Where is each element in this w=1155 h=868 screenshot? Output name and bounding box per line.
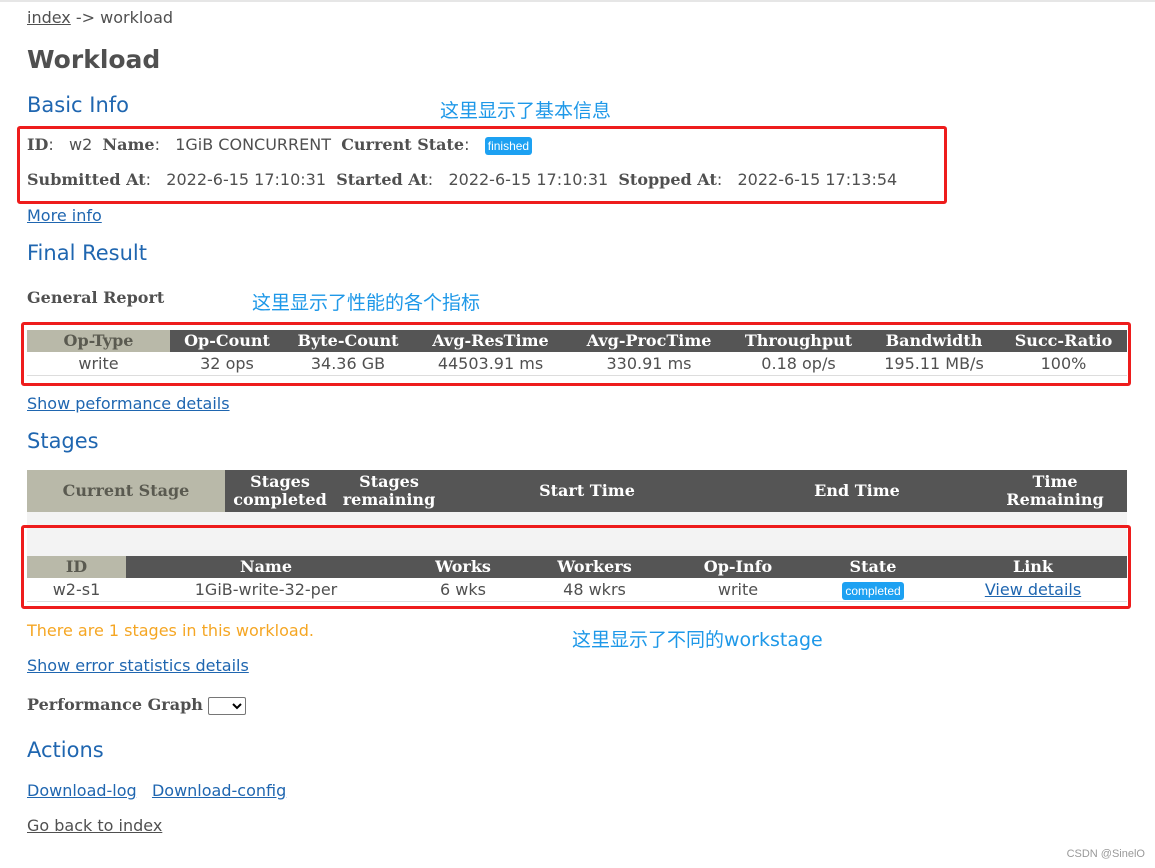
breadcrumb: index -> workload — [27, 8, 173, 27]
actions-links: Download-log Download-config — [27, 781, 286, 800]
col-name: Name — [126, 556, 406, 578]
col-workers: Workers — [520, 556, 669, 578]
breadcrumb-current: workload — [100, 8, 174, 27]
col-stages-remaining: Stages remaining — [335, 470, 443, 512]
id-label: ID — [27, 135, 49, 154]
col-op-type: Op-Type — [27, 330, 170, 352]
download-log-link[interactable]: Download-log — [27, 781, 137, 800]
cell-throughput: 0.18 op/s — [729, 352, 868, 376]
cell-op-count: 32 ops — [170, 352, 284, 376]
state-label: Current State — [341, 135, 465, 154]
submitted-value: 2022-6-15 17:10:31 — [166, 170, 327, 189]
watermark: CSDN @SinelO — [1066, 848, 1145, 860]
submitted-label: Submitted At — [27, 170, 146, 189]
table-row: write 32 ops 34.36 GB 44503.91 ms 330.91… — [27, 352, 1127, 376]
col-op-count: Op-Count — [170, 330, 284, 352]
cell-op-info: write — [669, 578, 807, 602]
stages-table-header: ID Name Works Workers Op-Info State Link — [27, 556, 1127, 578]
general-report-table: Op-Type Op-Count Byte-Count Avg-ResTime … — [27, 330, 1127, 376]
performance-graph-select[interactable] — [208, 696, 246, 715]
cell-avg-proctime: 330.91 ms — [569, 352, 729, 376]
stages-annotation: 这里显示了不同的workstage — [572, 629, 823, 651]
page-title: Workload — [27, 45, 161, 74]
performance-graph-row: Performance Graph — [27, 695, 246, 715]
show-performance-details-link[interactable]: Show peformance details — [27, 394, 230, 413]
basic-info-row-2: Submitted At: 2022-6-15 17:10:31 Started… — [27, 170, 898, 189]
started-label: Started At — [336, 170, 428, 189]
col-avg-proctime: Avg-ProcTime — [569, 330, 729, 352]
breadcrumb-index-link[interactable]: index — [27, 8, 71, 27]
cell-workers: 48 wkrs — [520, 578, 669, 602]
cell-stage-id: w2-s1 — [27, 578, 126, 602]
stopped-label: Stopped At — [618, 170, 717, 189]
col-stages-completed: Stages completed — [225, 470, 335, 512]
go-back-to-index-link[interactable]: Go back to index — [27, 816, 162, 835]
col-current-stage: Current Stage — [27, 470, 225, 512]
col-byte-count: Byte-Count — [284, 330, 412, 352]
more-info-link[interactable]: More info — [27, 206, 102, 225]
download-config-link[interactable]: Download-config — [152, 781, 286, 800]
col-succ-ratio: Succ-Ratio — [1000, 330, 1127, 352]
stages-summary-header: Current Stage Stages completed Stages re… — [27, 470, 1127, 512]
view-details-link[interactable]: View details — [985, 580, 1081, 599]
actions-heading: Actions — [27, 738, 104, 762]
cell-avg-restime: 44503.91 ms — [412, 352, 569, 376]
cell-link: View details — [939, 578, 1127, 602]
cell-bandwidth: 195.11 MB/s — [868, 352, 1000, 376]
started-value: 2022-6-15 17:10:31 — [448, 170, 609, 189]
col-link: Link — [939, 556, 1127, 578]
col-op-info: Op-Info — [669, 556, 807, 578]
col-bandwidth: Bandwidth — [868, 330, 1000, 352]
performance-graph-label: Performance Graph — [27, 695, 203, 714]
name-value: 1GiB CONCURRENT — [175, 135, 332, 154]
basic-info-row-1: ID: w2 Name: 1GiB CONCURRENT Current Sta… — [27, 135, 533, 155]
table-row: w2-s1 1GiB-write-32-per 6 wks 48 wkrs wr… — [27, 578, 1127, 602]
stopped-value: 2022-6-15 17:13:54 — [737, 170, 898, 189]
stages-count-text: There are 1 stages in this workload. — [27, 621, 314, 640]
cell-state: completed — [807, 578, 939, 602]
basic-info-annotation: 这里显示了基本信息 — [440, 100, 612, 122]
stages-heading: Stages — [27, 429, 99, 453]
basic-info-heading: Basic Info — [27, 93, 130, 117]
final-result-annotation: 这里显示了性能的各个指标 — [252, 292, 481, 314]
col-throughput: Throughput — [729, 330, 868, 352]
col-time-remaining: Time Remaining — [983, 470, 1127, 512]
top-border — [0, 0, 1155, 2]
name-label: Name — [102, 135, 155, 154]
cell-byte-count: 34.36 GB — [284, 352, 412, 376]
col-id: ID — [27, 556, 126, 578]
id-value: w2 — [69, 135, 93, 154]
col-end-time: End Time — [731, 470, 983, 512]
cell-stage-name: 1GiB-write-32-per — [126, 578, 406, 602]
col-state: State — [807, 556, 939, 578]
general-report-header: Op-Type Op-Count Byte-Count Avg-ResTime … — [27, 330, 1127, 352]
stages-summary-table: Current Stage Stages completed Stages re… — [27, 470, 1127, 512]
cell-succ-ratio: 100% — [1000, 352, 1127, 376]
breadcrumb-separator: -> — [70, 8, 101, 27]
cell-works: 6 wks — [406, 578, 520, 602]
general-report-label: General Report — [27, 288, 165, 307]
stage-state-badge: completed — [842, 581, 904, 600]
col-start-time: Start Time — [443, 470, 731, 512]
final-result-heading: Final Result — [27, 241, 147, 265]
cell-op-type: write — [27, 352, 170, 376]
col-avg-restime: Avg-ResTime — [412, 330, 569, 352]
show-error-statistics-link[interactable]: Show error statistics details — [27, 656, 249, 675]
stages-table: ID Name Works Workers Op-Info State Link… — [27, 556, 1127, 602]
state-badge: finished — [484, 137, 533, 155]
col-works: Works — [406, 556, 520, 578]
